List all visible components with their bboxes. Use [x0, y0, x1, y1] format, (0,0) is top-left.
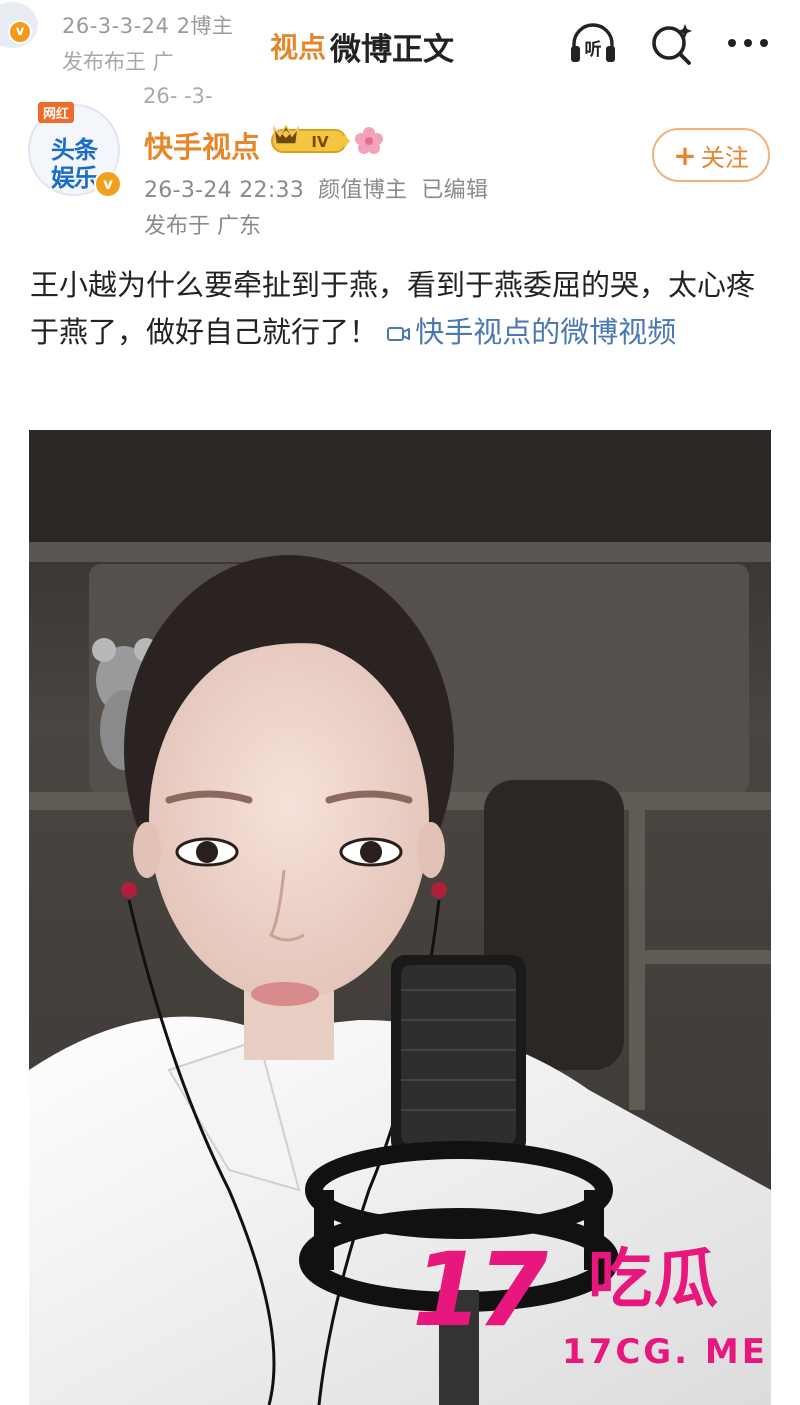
- post-meta: 26-3-24 22:33 颜值博主 已编辑: [144, 172, 488, 204]
- video-link-text: 快手视点的微博视频: [415, 315, 677, 349]
- verified-badge-icon: v: [94, 170, 122, 198]
- author-username[interactable]: 快手视点: [144, 124, 260, 166]
- post-location: 发布于 广东: [144, 214, 261, 239]
- watermark-number: 17: [412, 1231, 548, 1350]
- follow-button[interactable]: + 关注: [652, 128, 770, 182]
- post-body: 王小越为什么要牵扯到于燕，看到于燕委屈的哭，太心疼于燕了，做好自己就行了！ 快手…: [30, 262, 770, 356]
- ghost-username: 视点: [270, 31, 327, 64]
- author-avatar[interactable]: 网红 头条 娱乐 v: [28, 102, 122, 198]
- more-dots-icon: [728, 39, 768, 47]
- more-options-button[interactable]: [722, 18, 776, 68]
- site-watermark: 17 吃瓜 17CG. ME: [412, 1240, 772, 1380]
- search-button[interactable]: [645, 18, 699, 68]
- ghost-avatar: v: [0, 2, 38, 48]
- crown-level-badge-icon[interactable]: IV: [270, 124, 352, 156]
- follow-label: 关注: [700, 143, 749, 172]
- ghost-date-text: 26- -3-: [143, 84, 213, 108]
- sakura-flower-icon: [355, 127, 383, 154]
- post-date: 26-3-24 22:33: [144, 178, 305, 203]
- level-badge-text: IV: [311, 133, 329, 151]
- watermark-url: 17CG. ME: [562, 1332, 768, 1372]
- avatar-tag: 网红: [38, 102, 75, 123]
- video-camera-icon: [387, 327, 411, 341]
- ghost-meta-line2: 发布布王 广: [62, 50, 174, 74]
- listen-label: 听: [585, 39, 602, 60]
- headphones-icon: 听: [571, 23, 615, 62]
- top-navigation-bar: v 26-3-3-24 2博主 发布布王 广 视点 微博正文 听: [0, 0, 800, 88]
- page-title: 微博正文: [330, 32, 454, 68]
- search-sparkle-icon: [652, 24, 692, 65]
- edited-label: 已编辑: [421, 178, 489, 203]
- video-link[interactable]: 快手视点的微博视频: [387, 315, 676, 349]
- verified-badge-icon: v: [8, 20, 32, 44]
- ghost-meta-line1: 26-3-3-24 2博主: [62, 14, 234, 38]
- watermark-chinese: 吃瓜: [588, 1243, 720, 1317]
- author-role: 颜值博主: [318, 178, 408, 203]
- plus-icon: +: [673, 138, 697, 172]
- listen-button[interactable]: 听: [566, 18, 620, 68]
